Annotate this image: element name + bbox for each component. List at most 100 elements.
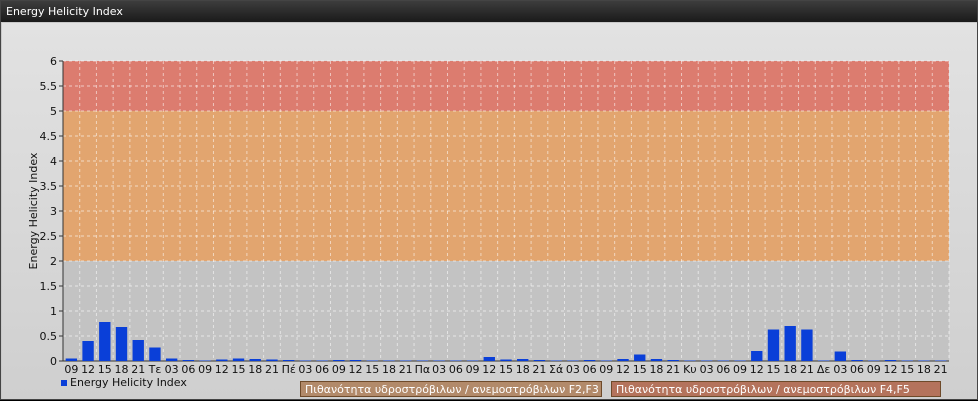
y-tick-label: 3.5: [40, 180, 58, 193]
x-tick-label: 06: [583, 363, 597, 376]
x-tick-label: 15: [766, 363, 780, 376]
bar: [316, 360, 328, 361]
bar: [817, 360, 830, 361]
legend[interactable]: Energy Helicity Index: [61, 376, 187, 389]
x-tick-label: 18: [516, 363, 530, 376]
x-tick-label: Τε: [148, 363, 162, 376]
x-tick-label: 06: [850, 363, 864, 376]
bar: [734, 360, 746, 361]
legend-label: Energy Helicity Index: [70, 376, 187, 389]
x-tick-label: 18: [382, 363, 396, 376]
bar: [299, 360, 312, 361]
x-tick-label: 09: [198, 363, 212, 376]
bar: [450, 360, 462, 361]
bar: [617, 359, 629, 361]
bar: [600, 360, 612, 361]
bar: [550, 360, 562, 361]
bar: [266, 359, 278, 361]
y-tick-label: 5: [50, 105, 57, 118]
bar: [634, 354, 646, 361]
bar: [433, 360, 445, 361]
bar: [567, 360, 579, 361]
bar: [500, 359, 512, 361]
x-tick-label: 21: [131, 363, 145, 376]
bar: [801, 329, 813, 361]
x-tick-label: 09: [466, 363, 480, 376]
bar: [517, 359, 529, 361]
bar: [115, 327, 128, 361]
bar: [533, 360, 546, 361]
x-tick-label: 15: [98, 363, 112, 376]
x-tick-label: 21: [800, 363, 814, 376]
bar: [249, 359, 261, 361]
y-tick-label: 6: [50, 55, 57, 68]
bar: [784, 326, 796, 361]
bar: [199, 360, 211, 361]
x-tick-label: 09: [599, 363, 613, 376]
x-tick-label: 12: [750, 363, 764, 376]
x-tick-label: 12: [616, 363, 630, 376]
bar: [416, 360, 429, 361]
band-legend-f4-f5[interactable]: Πιθανότητα υδροστρόβιλων / ανεμοστρόβιλω…: [611, 381, 941, 397]
x-tick-label: 18: [248, 363, 262, 376]
bar: [232, 358, 245, 361]
bar: [851, 360, 863, 361]
band-legend-f2-f3[interactable]: Πιθανότητα υδροστρόβιλων / ανεμοστρόβιλω…: [300, 381, 602, 397]
y-tick-label: 2.5: [40, 230, 58, 243]
bar: [82, 341, 94, 361]
bar: [165, 358, 178, 361]
bar: [149, 347, 161, 361]
x-tick-label: 15: [633, 363, 647, 376]
bar: [400, 360, 412, 361]
bar: [466, 360, 479, 361]
y-tick-label: 3: [50, 205, 57, 218]
bar: [282, 360, 295, 361]
y-tick-label: 0: [50, 355, 57, 368]
x-tick-label: 03: [165, 363, 179, 376]
x-tick-label: 06: [181, 363, 195, 376]
bar: [216, 359, 228, 361]
bar: [901, 360, 913, 361]
x-tick-label: 03: [298, 363, 312, 376]
bar: [717, 360, 730, 361]
bar: [383, 360, 395, 361]
bar: [700, 360, 713, 361]
x-tick-label: Πα: [415, 363, 431, 376]
bar: [366, 360, 378, 361]
y-tick-label: 0.5: [40, 330, 58, 343]
x-tick-label: 12: [482, 363, 496, 376]
x-tick-label: Κυ: [683, 363, 697, 376]
x-tick-label: 09: [733, 363, 747, 376]
x-tick-label: Σά: [549, 363, 563, 376]
bar: [767, 329, 780, 361]
x-tick-label: 15: [499, 363, 513, 376]
bar: [934, 360, 947, 361]
x-tick-label: 03: [833, 363, 847, 376]
bar: [99, 322, 111, 361]
x-tick-label: 03: [566, 363, 580, 376]
bar: [132, 340, 144, 361]
bar: [650, 359, 663, 361]
x-tick-label: 09: [64, 363, 78, 376]
x-tick-label: 21: [265, 363, 279, 376]
x-tick-label: 06: [315, 363, 329, 376]
y-tick-label: 2: [50, 255, 57, 268]
chart-window: Energy Helicity Index 0 0.5 1 1.5 2 2.5 3 3.5 4 4…: [0, 0, 978, 400]
bar: [333, 360, 345, 361]
x-tick-label: 12: [215, 363, 229, 376]
legend-swatch: [61, 379, 67, 386]
bar: [583, 360, 596, 361]
x-tick-label: Δε: [817, 363, 831, 376]
bar: [918, 360, 930, 361]
bar: [182, 360, 195, 361]
bar: [65, 358, 78, 361]
x-tick-label: 15: [232, 363, 246, 376]
x-tick-label: 15: [365, 363, 379, 376]
x-tick-label: 18: [115, 363, 129, 376]
x-tick-label: 21: [399, 363, 413, 376]
x-tick-label: 06: [449, 363, 463, 376]
x-tick-label: 09: [332, 363, 346, 376]
y-tick-label: 5.5: [40, 80, 58, 93]
y-tick-label: 4.5: [40, 130, 58, 143]
y-tick-label: 4: [50, 155, 57, 168]
